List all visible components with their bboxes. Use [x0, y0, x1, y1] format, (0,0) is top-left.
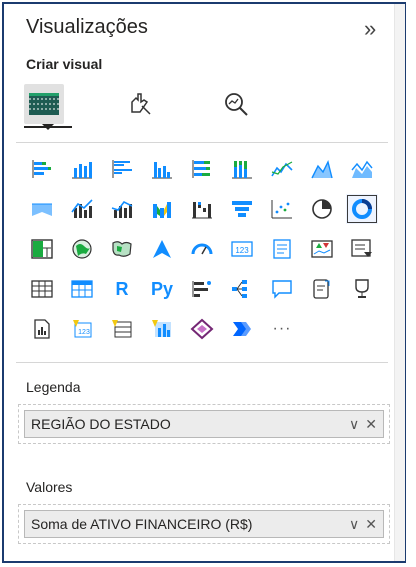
values-well: Soma de ATIVO FINANCEIRO (R$) ∨ ✕: [18, 504, 390, 544]
gauge-icon[interactable]: [186, 234, 218, 264]
tabs-divider: [16, 142, 388, 143]
pane-scrollbar[interactable]: [394, 4, 405, 561]
fields-tab[interactable]: [24, 84, 64, 124]
legend-well-label: Legenda: [26, 379, 81, 395]
build-visual-heading: Criar visual: [26, 56, 103, 72]
pie-chart-icon[interactable]: [306, 194, 338, 224]
card-icon[interactable]: 123: [226, 234, 258, 264]
multi-row-card-icon[interactable]: [266, 234, 298, 264]
line-stacked-column-icon[interactable]: [106, 194, 138, 224]
scatter-chart-icon[interactable]: [266, 194, 298, 224]
power-automate-icon[interactable]: [226, 314, 258, 344]
active-tab-caret: [42, 124, 54, 130]
legend-well: REGIÃO DO ESTADO ∨ ✕: [18, 404, 390, 444]
line-chart-icon[interactable]: [266, 154, 298, 184]
svg-text:123: 123: [235, 246, 249, 255]
legend-field-name: REGIÃO DO ESTADO: [31, 416, 171, 432]
paginated-report-icon[interactable]: [26, 314, 58, 344]
kpi-icon[interactable]: [306, 234, 338, 264]
table-icon[interactable]: [26, 274, 58, 304]
collapse-pane-button[interactable]: »: [364, 16, 376, 42]
custom-visual-chart-icon[interactable]: [146, 314, 178, 344]
format-tab[interactable]: [120, 84, 160, 124]
matrix-icon[interactable]: [66, 274, 98, 304]
wells-divider: [16, 362, 388, 363]
remove-field-close-icon[interactable]: ✕: [365, 416, 377, 433]
donut-chart-icon[interactable]: [346, 194, 378, 224]
100-percent-stacked-bar-icon[interactable]: [186, 154, 218, 184]
ribbon-chart-icon[interactable]: [146, 194, 178, 224]
100-percent-stacked-column-icon[interactable]: [226, 154, 258, 184]
legend-field-pill[interactable]: REGIÃO DO ESTADO ∨ ✕: [24, 410, 384, 438]
analytics-tab[interactable]: [216, 84, 256, 124]
qa-icon[interactable]: [266, 274, 298, 304]
funnel-chart-icon[interactable]: [226, 194, 258, 224]
remove-field-close-icon[interactable]: ✕: [365, 516, 377, 533]
slicer-icon[interactable]: [346, 234, 378, 264]
python-visual-icon[interactable]: Py: [146, 274, 178, 304]
stacked-area-chart-icon[interactable]: [346, 154, 378, 184]
custom-visual-card-icon[interactable]: 123: [66, 314, 98, 344]
expand-field-chevron-icon[interactable]: ∨: [349, 416, 359, 433]
clustered-bar-chart-icon[interactable]: [106, 154, 138, 184]
values-field-pill[interactable]: Soma de ATIVO FINANCEIRO (R$) ∨ ✕: [24, 510, 384, 538]
format-brush-icon: [131, 93, 151, 115]
goals-icon[interactable]: [346, 274, 378, 304]
waterfall-chart-icon[interactable]: [186, 194, 218, 224]
visualizations-pane: Visualizações » Criar visual 123 R Py 123 ··…: [2, 2, 406, 563]
decomposition-tree-icon[interactable]: [226, 274, 258, 304]
area-chart-icon[interactable]: [306, 154, 338, 184]
power-apps-icon[interactable]: [186, 314, 218, 344]
azure-map-icon[interactable]: [146, 234, 178, 264]
filled-map-icon[interactable]: [106, 234, 138, 264]
pane-title: Visualizações: [26, 16, 148, 38]
analytics-magnifier-icon: [225, 93, 248, 116]
stacked-column-chart-icon[interactable]: [66, 154, 98, 184]
treemap-icon[interactable]: [26, 234, 58, 264]
expand-field-chevron-icon[interactable]: ∨: [349, 516, 359, 533]
svg-text:123: 123: [78, 329, 90, 336]
stacked-bar-chart-icon[interactable]: [26, 154, 58, 184]
r-visual-icon[interactable]: R: [106, 274, 138, 304]
map-icon[interactable]: [66, 234, 98, 264]
key-influencers-icon[interactable]: [186, 274, 218, 304]
values-field-name: Soma de ATIVO FINANCEIRO (R$): [31, 516, 253, 532]
line-clustered-column-icon[interactable]: [66, 194, 98, 224]
smart-narrative-icon[interactable]: [306, 274, 338, 304]
more-visuals-icon[interactable]: ···: [266, 314, 298, 344]
custom-visual-table-icon[interactable]: [106, 314, 138, 344]
fields-grid-icon: [29, 93, 59, 115]
values-well-label: Valores: [26, 479, 73, 495]
clustered-column-chart-icon[interactable]: [146, 154, 178, 184]
ribbon-area-icon[interactable]: [26, 194, 58, 224]
